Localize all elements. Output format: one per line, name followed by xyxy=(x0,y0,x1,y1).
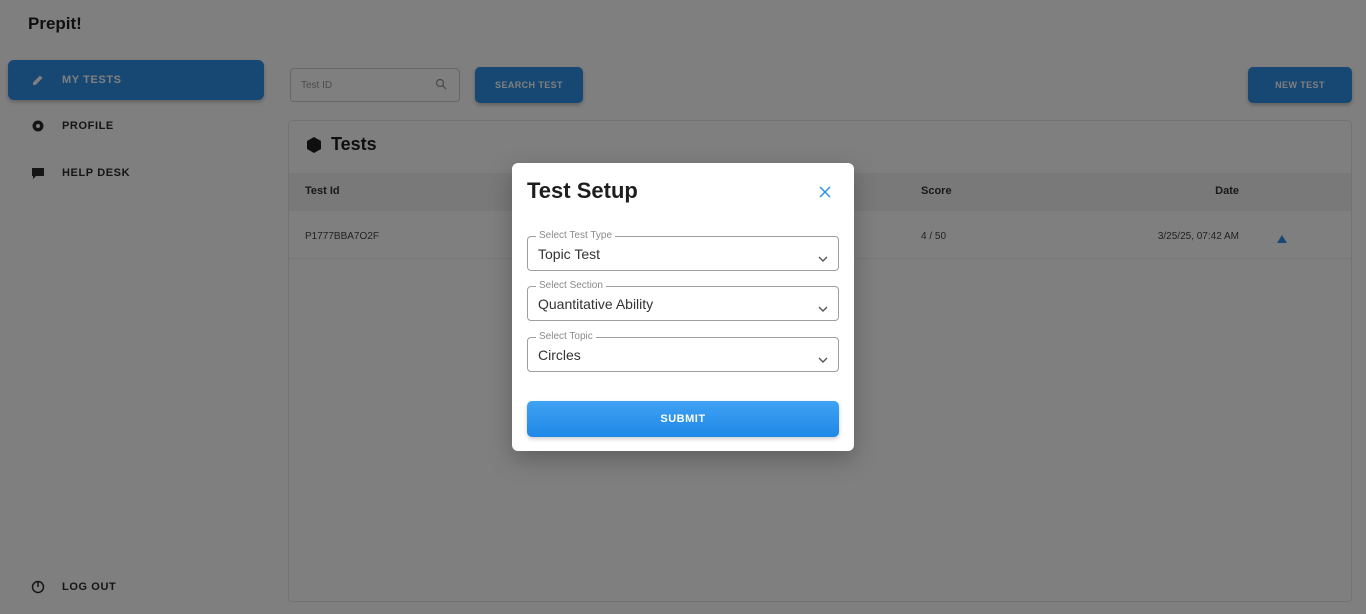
field-value: Circles xyxy=(538,347,581,363)
test-setup-dialog: Test Setup Select Test Type Topic Test S… xyxy=(512,163,854,451)
section-select[interactable]: Select Section Quantitative Ability xyxy=(527,280,839,321)
test-type-select[interactable]: Select Test Type Topic Test xyxy=(527,230,839,271)
field-legend: Select Topic xyxy=(536,331,596,343)
field-legend: Select Section xyxy=(536,280,606,292)
field-legend: Select Test Type xyxy=(536,230,616,242)
close-icon[interactable] xyxy=(815,182,835,202)
field-value: Quantitative Ability xyxy=(538,296,654,312)
chevron-down-icon xyxy=(818,350,828,368)
submit-button[interactable]: SUBMIT xyxy=(527,401,839,437)
chevron-down-icon xyxy=(818,249,828,267)
dialog-title: Test Setup xyxy=(527,178,638,203)
topic-select[interactable]: Select Topic Circles xyxy=(527,331,839,372)
chevron-down-icon xyxy=(818,299,828,317)
field-value: Topic Test xyxy=(538,246,600,262)
